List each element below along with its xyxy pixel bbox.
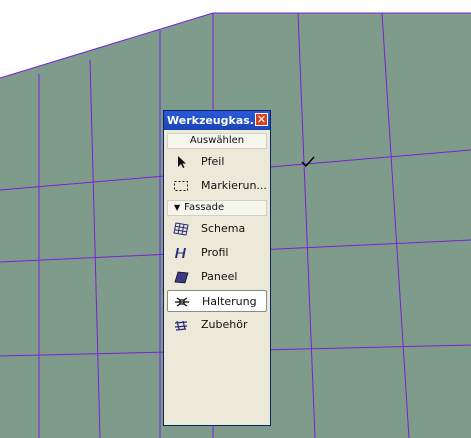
tool-paneel[interactable]: Paneel xyxy=(167,266,267,288)
panel-icon xyxy=(174,271,189,284)
profile-icon xyxy=(175,248,186,258)
tool-schema[interactable]: Schema xyxy=(167,218,267,240)
palette-titlebar[interactable]: Werkzeugkas... ✕ xyxy=(164,111,270,130)
toolbox-palette[interactable]: Werkzeugkas... ✕ Auswählen Pfeil Markier… xyxy=(163,110,271,426)
bracket-icon xyxy=(175,297,189,307)
tool-label: Paneel xyxy=(201,270,238,283)
grid-scheme-icon xyxy=(173,222,189,236)
tool-label: Schema xyxy=(201,222,246,235)
close-icon[interactable]: ✕ xyxy=(255,113,268,126)
tool-zubehoer[interactable]: Zubehör xyxy=(167,314,267,336)
tool-label: Zubehör xyxy=(201,318,248,331)
section-label: Fassade xyxy=(184,202,225,213)
section-header-auswaehlen[interactable]: Auswählen xyxy=(167,133,267,149)
tool-markierung[interactable]: Markierun... xyxy=(167,175,267,197)
tool-pfeil[interactable]: Pfeil xyxy=(167,151,267,173)
marquee-selection-icon xyxy=(174,181,188,191)
tool-profil[interactable]: Profil xyxy=(167,242,267,264)
section-header-fassade[interactable]: ▼ Fassade xyxy=(167,200,267,216)
tool-label: Markierun... xyxy=(201,179,267,192)
tool-halterung[interactable]: Halterung xyxy=(167,290,267,312)
accessory-icon xyxy=(174,320,188,331)
tool-label: Pfeil xyxy=(201,155,225,168)
tool-label: Halterung xyxy=(202,295,257,308)
tool-label: Profil xyxy=(201,246,229,259)
collapse-triangle-icon[interactable]: ▼ xyxy=(174,201,180,215)
arrow-pointer-icon xyxy=(178,156,186,168)
palette-title: Werkzeugkas... xyxy=(167,114,263,127)
checkmark-cursor-icon xyxy=(301,156,315,168)
section-label: Auswählen xyxy=(189,135,245,146)
